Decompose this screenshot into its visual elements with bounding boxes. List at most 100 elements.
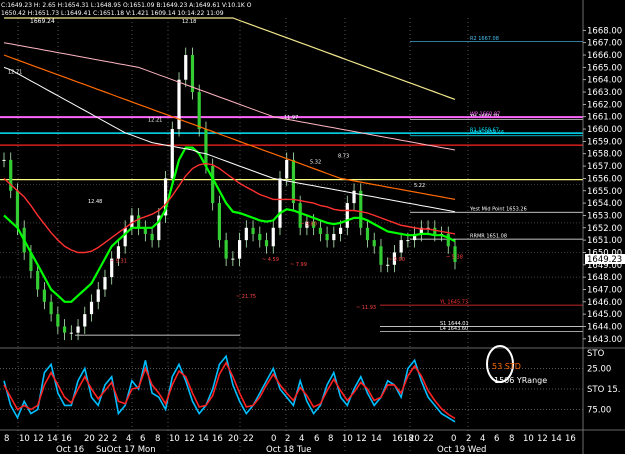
price-level-label: R2 1667.08 (470, 36, 499, 42)
price-level-label: L4 1643.60 (440, 326, 468, 332)
y-tick-label: 1667.00 (587, 39, 622, 49)
candle-body (204, 129, 208, 167)
x-day-label: Oct 16 (56, 445, 84, 454)
candle-body (237, 240, 242, 259)
candle-body (359, 190, 363, 228)
price-level-label: Yest Mid Point 1653.26 (469, 207, 527, 213)
x-tick-label: 6 (140, 434, 145, 444)
candle-body (103, 277, 107, 290)
x-tick-label: 8 (328, 434, 333, 444)
candle-body (49, 301, 53, 315)
y-tick-label: 1651.00 (587, 236, 622, 246)
candle-body (271, 227, 275, 247)
y-tick-label: 1663.00 (587, 88, 622, 98)
swing-label: ~ 11.93 (356, 305, 376, 311)
x-tick-label: 12 (537, 434, 548, 444)
swing-label: 5.32 (310, 160, 321, 166)
y-tick-label: 1664.00 (587, 76, 622, 86)
x-tick-label: 4 (299, 434, 304, 444)
swing-label: 12.71 (8, 70, 22, 76)
candle-body (345, 203, 349, 228)
x-tick-label: 4 (126, 434, 131, 444)
candle-body (197, 92, 201, 130)
swing-label: 12.21 (148, 118, 162, 124)
candle-body (62, 326, 67, 333)
candle-body (264, 240, 269, 247)
x-tick-label: 16 (212, 434, 223, 444)
candle-body (278, 178, 282, 228)
y-tick-label: 1657.00 (587, 162, 622, 172)
x-tick-label: 20 (228, 434, 239, 444)
price-chart[interactable]: R2 1667.08WP 1660.97YH 1660.79R1 1659.67… (0, 0, 625, 454)
swing-label: ~ 9.80 (300, 221, 317, 227)
candle-body (123, 227, 127, 247)
y-tick-label: 1666.00 (587, 51, 622, 61)
swing-label: 8.73 (338, 153, 349, 159)
x-tick-label: 8 (155, 434, 160, 444)
swing-label: ~ 7.99 (290, 262, 307, 268)
candle-body (386, 264, 390, 266)
x-tick-label: 10 (19, 434, 30, 444)
candle-body (69, 332, 73, 334)
candle-body (76, 326, 80, 333)
x-tick-label: 14 (198, 434, 209, 444)
candle-body (251, 227, 255, 234)
candle-body (2, 159, 6, 161)
x-tick-label: 20 (84, 434, 95, 444)
swing-label: 12.18 (182, 19, 196, 25)
candle-body (83, 314, 87, 327)
candle-body (399, 240, 403, 253)
candle-body (177, 79, 181, 130)
sto-title: STO (587, 349, 605, 359)
candle-body (15, 190, 20, 228)
y-tick-label: 1660.00 (587, 125, 622, 135)
last-price-tag: 1649.23 (585, 254, 625, 265)
swing-label: 12.48 (88, 199, 102, 205)
candle-body (365, 227, 370, 241)
swing-label: ~ 5.38 (446, 255, 463, 261)
x-tick-label: 10 (169, 434, 180, 444)
price-level-label: RRMR 1651.08 (470, 234, 507, 240)
candle-body (224, 240, 228, 259)
x-tick-label: 22 (98, 434, 109, 444)
yrange-label: 1506 YRange (494, 376, 547, 385)
candle-body (332, 233, 336, 241)
y-tick-label: 1658.00 (587, 150, 622, 160)
candle-body (231, 258, 235, 260)
candle-body (89, 301, 94, 315)
y-tick-label: 1662.00 (587, 100, 622, 110)
y-tick-label: 1661.00 (587, 113, 622, 123)
y-tick-label: 1645.00 (587, 310, 622, 320)
x-tick-label: 8 (509, 434, 514, 444)
swing-label: 11.97 (284, 115, 298, 121)
y-tick-label: 1659.00 (587, 137, 622, 147)
x-day-label: Oct 19 Wed (437, 445, 486, 454)
candle-body (116, 246, 121, 259)
y-tick-label: 1656.00 (587, 174, 622, 184)
header-top-level: 1669.24 (30, 18, 55, 25)
x-tick-label: 14 (371, 434, 382, 444)
candle-body (258, 233, 262, 241)
candle-body (42, 289, 46, 302)
x-tick-label: 12 (33, 434, 44, 444)
sto-tick-label: 25.00 (587, 365, 611, 375)
candle-body (56, 314, 60, 327)
x-tick-label: 0 (451, 434, 456, 444)
x-tick-label: 6 (494, 434, 499, 444)
x-tick-label: 14 (551, 434, 562, 444)
candle-body (184, 55, 188, 80)
y-tick-label: 1668.00 (587, 26, 622, 36)
x-tick-label: 14 (47, 434, 58, 444)
candle-body (406, 240, 410, 242)
candle-body (244, 227, 248, 241)
x-tick-label: 22 (243, 434, 254, 444)
x-tick-label: 10 (523, 434, 534, 444)
header-sub-info: 1650.42 H:1651.73 L:1649.41 C:1651.18 V:… (1, 10, 224, 17)
candle-body (217, 203, 222, 241)
x-tick-label: 10 (342, 434, 353, 444)
swing-label: 5.22 (414, 183, 425, 189)
y-tick-label: 1647.00 (587, 285, 622, 295)
candle-body (338, 227, 343, 234)
y-tick-label: 1646.00 (587, 298, 622, 308)
x-tick-label: 0 (271, 434, 276, 444)
